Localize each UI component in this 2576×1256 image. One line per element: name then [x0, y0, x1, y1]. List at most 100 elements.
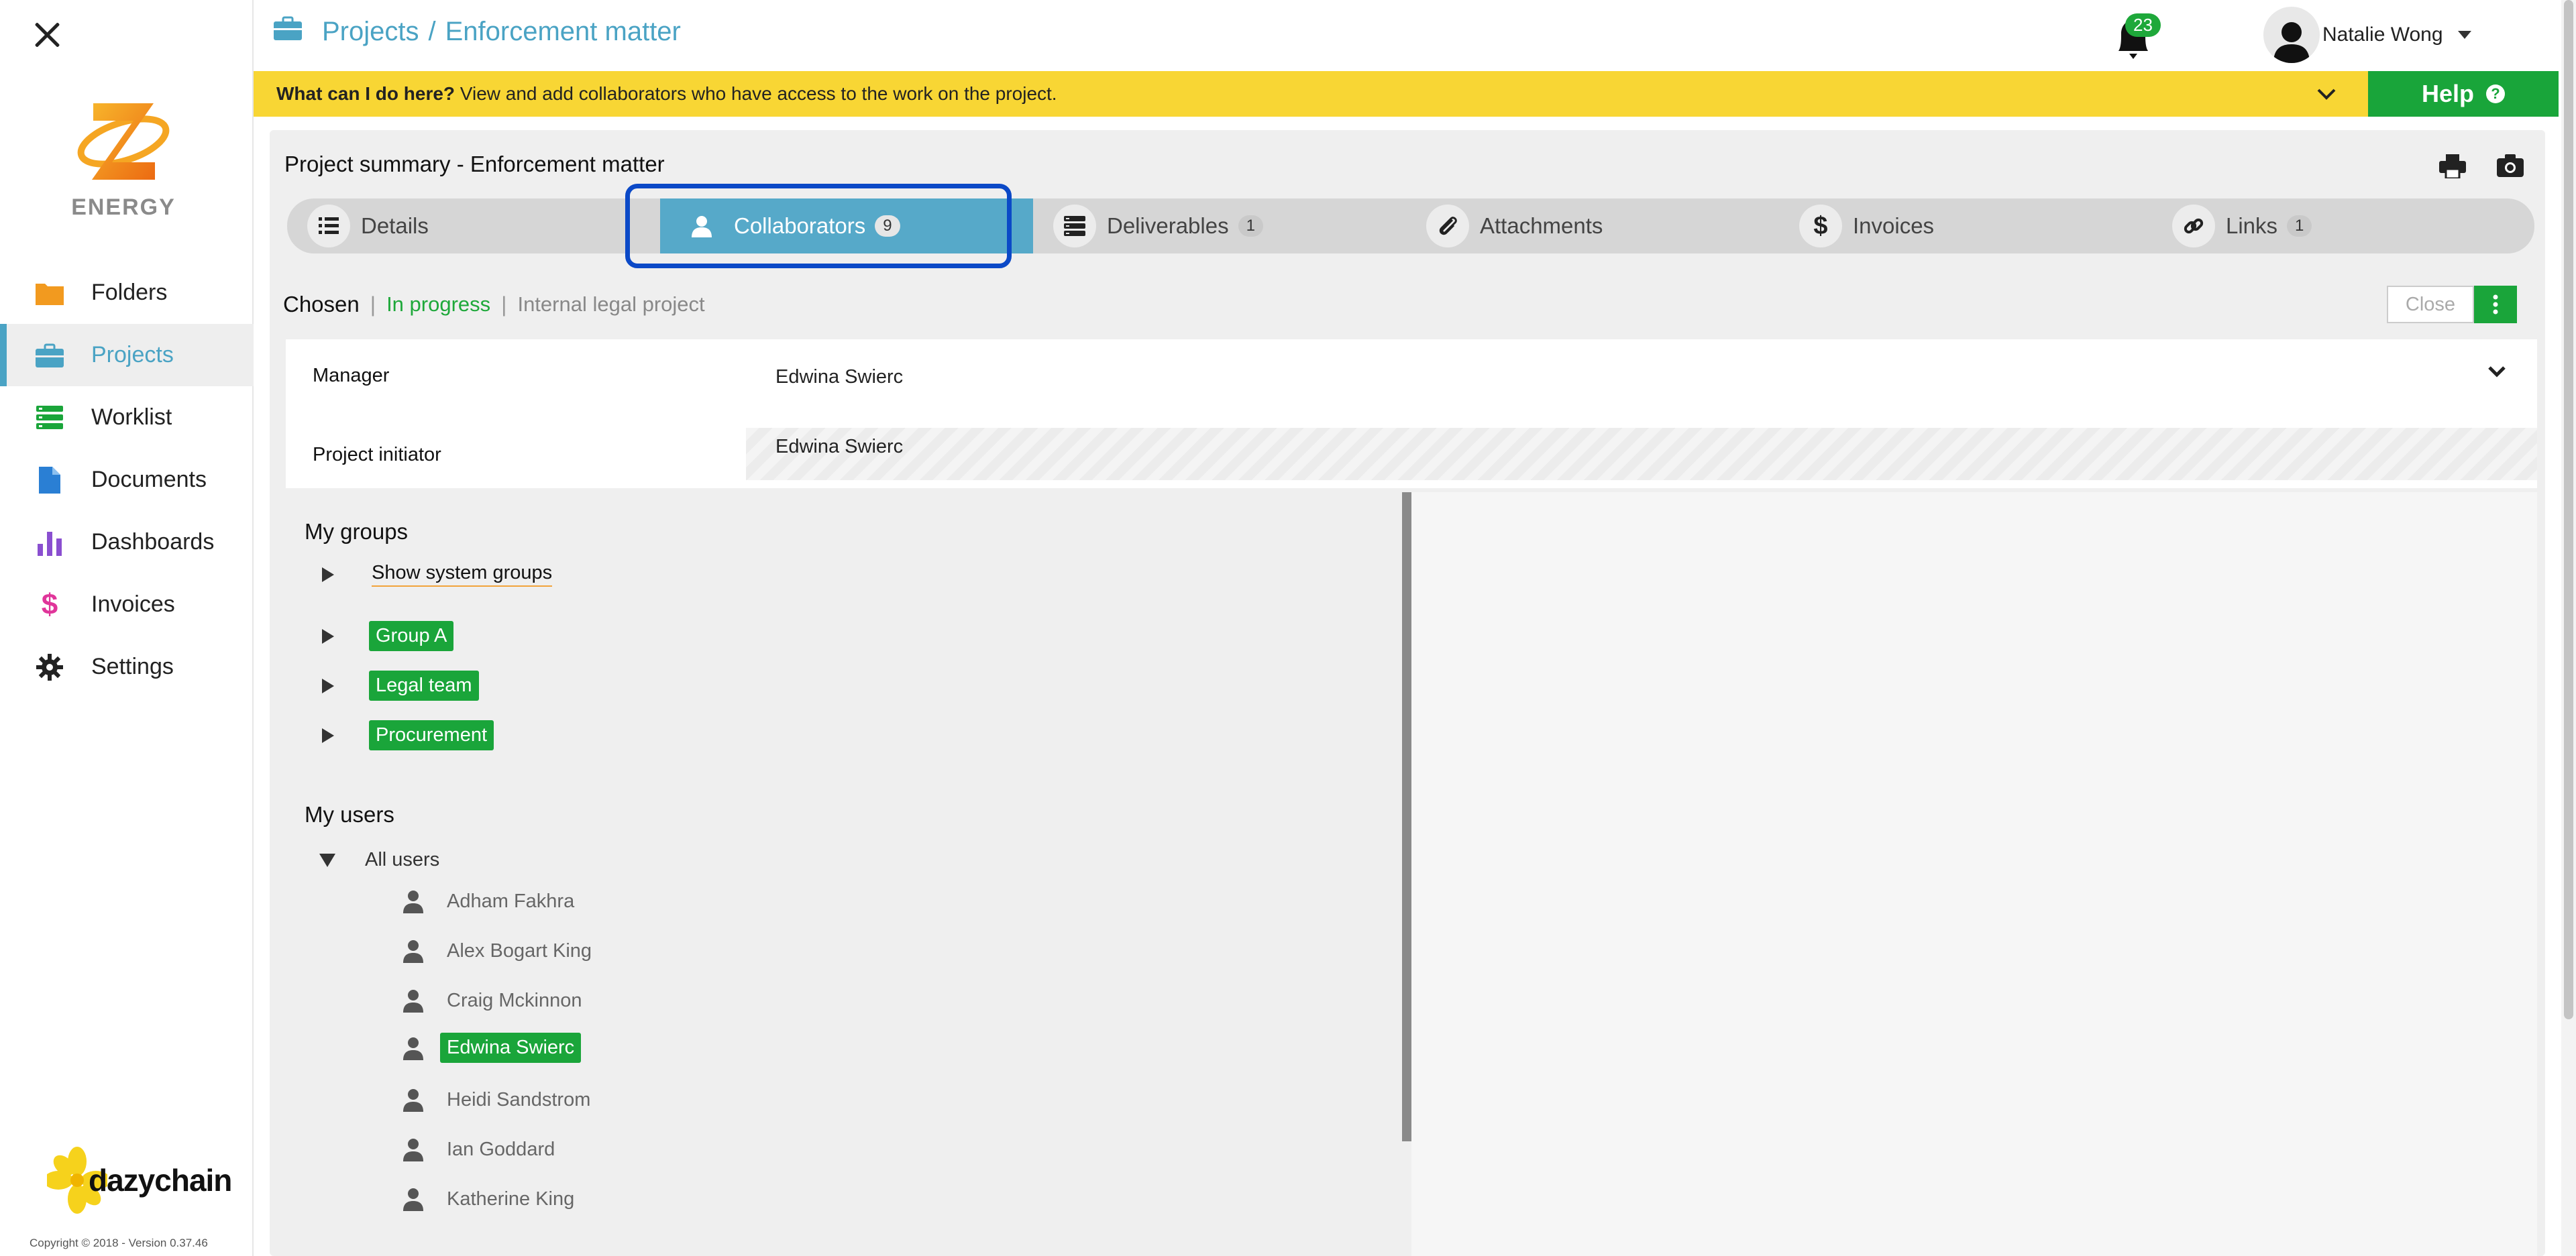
breadcrumb: Projects / Enforcement matter: [274, 16, 681, 47]
user-row[interactable]: Alex Bogart King: [400, 937, 592, 964]
manager-label: Manager: [313, 365, 390, 386]
tab-label: Details: [361, 213, 429, 238]
caret-down-icon: [2457, 31, 2471, 39]
briefcase-icon: [35, 341, 64, 370]
nav-item-folders[interactable]: Folders: [0, 262, 254, 324]
tab-attachments[interactable]: Attachments: [1406, 198, 1779, 253]
nav-label: Worklist: [91, 404, 172, 430]
show-system-groups-link[interactable]: Show system groups: [372, 562, 553, 587]
help-text: What can I do here? View and add collabo…: [254, 83, 2306, 105]
breadcrumb-separator: /: [428, 16, 436, 46]
more-options-button[interactable]: [2474, 286, 2517, 323]
person-icon: [680, 205, 723, 247]
user-name: Adham Fakhra: [447, 890, 575, 912]
breadcrumb-projects[interactable]: Projects: [322, 17, 419, 47]
tab-links[interactable]: Links 1: [2152, 198, 2534, 253]
list-icon: [307, 205, 350, 247]
person-icon: [2273, 22, 2310, 63]
pane-resize-handle[interactable]: [1402, 492, 1411, 1141]
camera-icon[interactable]: [2497, 154, 2524, 180]
tab-collaborators[interactable]: Collaborators 9: [660, 198, 1033, 253]
tab-label: Attachments: [1480, 213, 1603, 238]
collaborators-tree: My groups Show system groups Group A Leg…: [286, 492, 1399, 1256]
panel-title: Project summary - Enforcement matter: [284, 152, 665, 176]
gear-icon: [35, 652, 64, 682]
nav-item-documents[interactable]: Documents: [0, 449, 254, 511]
folder-icon: [35, 278, 64, 308]
nav-item-settings[interactable]: Settings: [0, 636, 254, 698]
nav-item-worklist[interactable]: Worklist: [0, 386, 254, 449]
status-in-progress: In progress: [386, 292, 491, 316]
collapse-arrow-icon[interactable]: [319, 853, 335, 867]
user-menu[interactable]: Natalie Wong: [2263, 7, 2471, 63]
tab-count-badge: 1: [1238, 215, 1263, 237]
brand-name: ENERGY: [71, 194, 176, 220]
group-row: Legal team: [322, 671, 479, 701]
all-users-row: All users: [319, 849, 439, 871]
person-icon: [400, 937, 427, 964]
user-row[interactable]: Ian Goddard: [400, 1136, 555, 1163]
tab-details[interactable]: Details: [287, 198, 660, 253]
person-icon: [400, 1136, 427, 1163]
group-row: Procurement: [322, 720, 494, 750]
tab-bar: Details Collaborators 9 Deliverables 1 A…: [287, 198, 2534, 253]
help-button[interactable]: Help ?: [2368, 71, 2559, 117]
tab-label: Links: [2226, 213, 2278, 238]
top-header: Projects / Enforcement matter 23 Natalie…: [254, 0, 2561, 70]
energy-z-icon: [77, 103, 170, 180]
user-name: Edwina Swierc: [440, 1033, 582, 1063]
group-chip[interactable]: Group A: [369, 621, 454, 651]
user-row[interactable]: Katherine King: [400, 1186, 574, 1212]
all-users-label[interactable]: All users: [365, 849, 439, 871]
question-icon: ?: [2486, 84, 2505, 103]
tab-invoices[interactable]: $ Invoices: [1779, 198, 2152, 253]
nav-label: Folders: [91, 280, 168, 305]
copyright-text: Copyright © 2018 - Version 0.37.46: [30, 1237, 208, 1249]
user-row-selected[interactable]: Edwina Swierc: [400, 1033, 582, 1063]
notification-count-badge: 23: [2125, 13, 2161, 37]
person-icon: [400, 1186, 427, 1212]
dazychain-logo: dazychain: [47, 1147, 232, 1214]
brand-logo: ENERGY: [70, 91, 177, 225]
print-icon[interactable]: [2439, 154, 2466, 182]
project-initiator-value: Edwina Swierc: [775, 436, 904, 457]
chevron-down-icon: [2487, 365, 2506, 382]
expand-arrow-icon[interactable]: [322, 567, 334, 582]
group-chip[interactable]: Legal team: [369, 671, 479, 701]
expand-arrow-icon[interactable]: [322, 678, 334, 693]
tab-deliverables[interactable]: Deliverables 1: [1033, 198, 1406, 253]
status-chosen: Chosen: [283, 292, 360, 317]
person-icon: [400, 987, 427, 1014]
manager-select[interactable]: Edwina Swierc: [749, 339, 2537, 413]
document-icon: [35, 465, 64, 495]
chevron-down-icon[interactable]: [2306, 74, 2347, 114]
nav-label: Documents: [91, 467, 207, 492]
kebab-menu-icon: [2493, 294, 2498, 315]
group-chip[interactable]: Procurement: [369, 720, 494, 750]
user-name: Craig Mckinnon: [447, 989, 582, 1011]
close-project-button[interactable]: Close: [2387, 286, 2474, 323]
nav-label: Invoices: [91, 591, 175, 617]
nav-item-invoices[interactable]: $ Invoices: [0, 573, 254, 636]
user-row[interactable]: Adham Fakhra: [400, 888, 574, 915]
nav-item-projects[interactable]: Projects: [0, 324, 254, 386]
tab-count-badge: 1: [2287, 215, 2312, 237]
paperclip-icon: [1426, 205, 1469, 247]
expand-arrow-icon[interactable]: [322, 628, 334, 644]
nav-label: Projects: [91, 342, 174, 367]
user-name: Ian Goddard: [447, 1138, 555, 1160]
project-type: Internal legal project: [517, 292, 705, 316]
tab-label: Deliverables: [1107, 213, 1229, 238]
nav-label: Settings: [91, 654, 174, 679]
nav-item-dashboards[interactable]: Dashboards: [0, 511, 254, 573]
expand-arrow-icon[interactable]: [322, 728, 334, 743]
my-groups-title: My groups: [305, 519, 409, 544]
dollar-icon: $: [1799, 205, 1842, 247]
user-row[interactable]: Craig Mckinnon: [400, 987, 582, 1014]
project-fields: Manager Edwina Swierc Project initiator …: [286, 339, 2537, 488]
tab-label: Invoices: [1853, 213, 1935, 238]
close-icon[interactable]: [30, 17, 64, 52]
scrollbar-thumb[interactable]: [2564, 0, 2573, 1019]
user-row[interactable]: Heidi Sandstrom: [400, 1086, 590, 1113]
status-separator: |: [370, 292, 376, 317]
